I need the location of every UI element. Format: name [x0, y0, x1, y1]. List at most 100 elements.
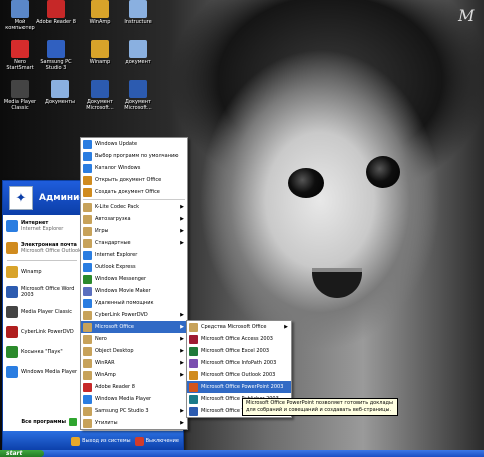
menu-item[interactable]: Windows Movie Maker — [81, 285, 187, 297]
menu-item-label: Средства Microsoft Office — [201, 324, 267, 330]
menu-item[interactable]: Internet Explorer — [81, 249, 187, 261]
desktop-icon[interactable]: Winamp — [80, 40, 120, 65]
desktop-icon[interactable]: Мой компьютер — [0, 0, 40, 31]
recent-programs: Winamp Microsoft Office Word 2003 Media Pl… — [3, 262, 81, 382]
app-icon — [11, 80, 29, 98]
menu-item[interactable]: Удаленный помощник — [81, 297, 187, 309]
menu-item-label: Стандартные — [95, 240, 131, 246]
menu-item[interactable]: Игры ▶ — [81, 225, 187, 237]
pinned-item-subtitle: Microsoft Office Outlook — [21, 248, 81, 254]
program-icon — [6, 346, 18, 358]
desktop-icon[interactable]: Media Player Classic — [0, 80, 40, 111]
desktop-icon[interactable]: Документы — [40, 80, 80, 105]
menu-item[interactable]: WinAmp ▶ — [81, 369, 187, 381]
menu-item[interactable]: Средства Microsoft Office ▶ — [187, 321, 291, 333]
menu-item[interactable]: Windows Messenger — [81, 273, 187, 285]
program-icon — [189, 394, 198, 404]
desktop-icon[interactable]: Samsung PC Studio 3 — [36, 40, 76, 71]
menu-item[interactable]: Adobe Reader 8 — [81, 381, 187, 393]
menu-item[interactable]: Windows Media Player — [81, 393, 187, 405]
menu-item[interactable]: Microsoft Office InfoPath 2003 — [187, 357, 291, 369]
recent-program-item[interactable]: Microsoft Office Word 2003 — [3, 282, 81, 302]
recent-program-item[interactable]: CyberLink PowerDVD — [3, 322, 81, 342]
menu-item-label: Каталог Windows — [95, 165, 141, 171]
menu-item[interactable]: Microsoft Office Access 2003 — [187, 333, 291, 345]
folder-icon — [83, 334, 92, 344]
menu-item[interactable]: Object Desktop ▶ — [81, 345, 187, 357]
app-icon — [51, 80, 69, 98]
program-icon — [189, 406, 198, 416]
recent-program-label: Media Player Classic — [21, 309, 73, 315]
menu-item[interactable]: CyberLink PowerDVD ▶ — [81, 309, 187, 321]
folder-icon — [83, 406, 92, 416]
recent-program-item[interactable]: Media Player Classic — [3, 302, 81, 322]
chevron-right-icon: ▶ — [180, 360, 184, 366]
logoff-button[interactable]: Выход из системы — [71, 436, 131, 446]
menu-item[interactable]: K-Lite Codec Pack ▶ — [81, 201, 187, 213]
recent-program-label: CyberLink PowerDVD — [21, 329, 74, 335]
pinned-item[interactable]: Электронная почта Microsoft Office Outloo… — [3, 237, 81, 259]
menu-item[interactable]: Стандартные ▶ — [81, 237, 187, 249]
chevron-right-icon: ▶ — [180, 204, 184, 210]
folder-icon — [83, 370, 92, 380]
menu-item[interactable]: Каталог Windows — [81, 162, 187, 174]
menu-item-label: Microsoft Office Outlook 2003 — [201, 372, 276, 378]
recent-program-label: Winamp — [21, 269, 42, 275]
pinned-item-subtitle: Internet Explorer — [21, 226, 64, 232]
folder-icon — [83, 418, 92, 428]
pinned-item[interactable]: Интернет Internet Explorer — [3, 215, 81, 237]
chevron-right-icon: ▶ — [180, 348, 184, 354]
desktop-icon[interactable]: Nero StartSmart — [0, 40, 40, 71]
menu-item[interactable]: Выбор программ по умолчанию — [81, 150, 187, 162]
menu-item-label: CyberLink PowerDVD — [95, 312, 148, 318]
program-icon — [6, 326, 18, 338]
chevron-right-icon: ▶ — [180, 312, 184, 318]
menu-item-label: Microsoft Office — [95, 324, 134, 330]
desktop-icon[interactable]: Документ Microsoft... — [80, 80, 120, 111]
programs-menu: Windows Update Выбор программ по умолчани… — [80, 137, 188, 430]
menu-item[interactable]: Nero ▶ — [81, 333, 187, 345]
menu-item-label: Samsung PC Studio 3 — [95, 408, 149, 414]
menu-item[interactable]: WinRAR ▶ — [81, 357, 187, 369]
start-menu-footer: Выход из системы Выключение — [3, 431, 183, 451]
folder-icon — [83, 214, 92, 224]
menu-item[interactable]: Microsoft Office Excel 2003 — [187, 345, 291, 357]
menu-item-label: Автозагрузка — [95, 216, 131, 222]
menu-item[interactable]: Windows Update — [81, 138, 187, 150]
all-programs-button[interactable]: Все программы — [3, 415, 81, 429]
program-icon — [83, 286, 92, 296]
shutdown-button[interactable]: Выключение — [134, 436, 179, 446]
folder-icon — [83, 202, 92, 212]
menu-item[interactable]: Создать документ Office — [81, 186, 187, 198]
menu-item-label: Internet Explorer — [95, 252, 138, 258]
menu-item[interactable]: Утилиты ▶ — [81, 417, 187, 429]
program-icon — [83, 262, 92, 272]
desktop-icon[interactable]: WinAmp — [80, 0, 120, 25]
desktop-icon-label: Media Player Classic — [3, 99, 37, 111]
menu-item[interactable]: Samsung PC Studio 3 ▶ — [81, 405, 187, 417]
recent-program-item[interactable]: Winamp — [3, 262, 81, 282]
chevron-right-icon: ▶ — [284, 324, 288, 330]
taskbar: start — [0, 450, 484, 457]
start-button[interactable]: start — [0, 450, 44, 457]
recent-program-item[interactable]: Косынка "Паук" — [3, 342, 81, 362]
recent-program-item[interactable]: Windows Media Player — [3, 362, 81, 382]
menu-item[interactable]: Microsoft Office ▶ — [81, 321, 187, 333]
app-icon — [129, 40, 147, 58]
desktop-icon[interactable]: Документ Microsoft... — [118, 80, 158, 111]
program-icon — [83, 394, 92, 404]
desktop-icon[interactable]: Instructure — [118, 0, 158, 25]
menu-item[interactable]: Открыть документ Office — [81, 174, 187, 186]
menu-item[interactable]: Outlook Express — [81, 261, 187, 273]
arrow-right-icon — [69, 418, 77, 426]
menu-item[interactable]: Microsoft Office Outlook 2003 — [187, 369, 291, 381]
wallpaper-logo: M — [458, 6, 475, 25]
wallpaper-eye-right — [366, 156, 400, 188]
menu-item[interactable]: Автозагрузка ▶ — [81, 213, 187, 225]
desktop-icon[interactable]: документ — [118, 40, 158, 65]
app-icon — [91, 80, 109, 98]
menu-item[interactable]: Microsoft Office PowerPoint 2003 — [187, 381, 291, 393]
desktop-icon[interactable]: Adobe Reader 8 — [36, 0, 76, 25]
folder-icon — [83, 238, 92, 248]
desktop-icon-label: Instructure — [124, 19, 152, 25]
